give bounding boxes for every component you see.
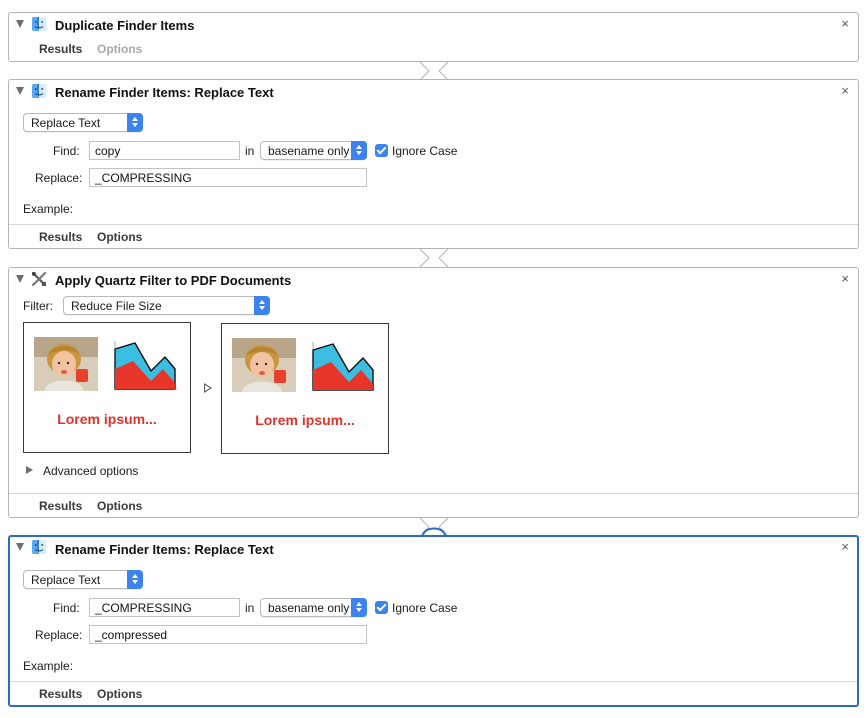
popup-arrows-icon bbox=[351, 141, 367, 160]
action-title: Rename Finder Items: Replace Text bbox=[55, 542, 274, 557]
mode-popup[interactable]: Replace Text bbox=[23, 113, 143, 132]
popup-arrows-icon bbox=[254, 296, 270, 315]
child-photo-image bbox=[34, 337, 98, 391]
ignore-case-label: Ignore Case bbox=[392, 144, 458, 158]
child-photo-image bbox=[232, 338, 296, 392]
action-rename-finder-items[interactable]: Rename Finder Items: Replace Text × Repl… bbox=[8, 79, 859, 249]
action-connector-selected-icon bbox=[420, 518, 448, 536]
filter-label: Filter: bbox=[23, 299, 53, 313]
close-icon[interactable]: × bbox=[841, 539, 849, 554]
scope-popup[interactable]: basename only bbox=[260, 598, 367, 617]
find-field[interactable]: copy bbox=[89, 141, 240, 160]
scope-popup[interactable]: basename only bbox=[260, 141, 367, 160]
tab-options[interactable]: Options bbox=[97, 687, 142, 701]
close-icon[interactable]: × bbox=[841, 16, 849, 31]
advanced-options-label[interactable]: Advanced options bbox=[43, 464, 138, 478]
close-icon[interactable]: × bbox=[841, 271, 849, 286]
in-label: in bbox=[245, 144, 255, 158]
ignore-case-checkbox[interactable] bbox=[375, 601, 388, 614]
action-footer: Results Options bbox=[10, 681, 857, 705]
find-label: Find: bbox=[53, 601, 80, 615]
replace-field[interactable]: _COMPRESSING bbox=[89, 168, 367, 187]
quartz-tools-icon bbox=[31, 271, 47, 287]
action-footer: Results Options bbox=[9, 37, 858, 61]
finder-icon bbox=[31, 16, 47, 32]
collapse-triangle-icon[interactable] bbox=[16, 275, 24, 283]
ignore-case-label: Ignore Case bbox=[392, 601, 458, 615]
action-connector-icon bbox=[420, 249, 448, 267]
find-label: Find: bbox=[53, 144, 80, 158]
popup-arrows-icon bbox=[127, 570, 143, 589]
action-title: Apply Quartz Filter to PDF Documents bbox=[55, 273, 292, 288]
filter-popup[interactable]: Reduce File Size bbox=[63, 296, 270, 315]
action-rename-finder-items-selected[interactable]: Rename Finder Items: Replace Text × Repl… bbox=[8, 535, 859, 707]
action-apply-quartz-filter[interactable]: Apply Quartz Filter to PDF Documents × F… bbox=[8, 267, 859, 518]
scope-popup-value: basename only bbox=[268, 601, 350, 615]
area-chart-thumbnail bbox=[108, 339, 180, 395]
replace-field[interactable]: _compressed bbox=[89, 625, 367, 644]
mode-popup-value: Replace Text bbox=[31, 573, 101, 587]
collapse-triangle-icon[interactable] bbox=[16, 87, 24, 95]
action-footer: Results Options bbox=[9, 493, 858, 517]
advanced-options-disclosure-icon[interactable] bbox=[26, 466, 33, 474]
filter-popup-value: Reduce File Size bbox=[71, 299, 162, 313]
tab-results[interactable]: Results bbox=[39, 230, 82, 244]
action-header[interactable]: Apply Quartz Filter to PDF Documents × bbox=[9, 268, 858, 292]
action-title: Duplicate Finder Items bbox=[55, 18, 195, 33]
replace-label: Replace: bbox=[35, 171, 83, 185]
example-label: Example: bbox=[23, 202, 74, 216]
action-title: Rename Finder Items: Replace Text bbox=[55, 85, 274, 100]
collapse-triangle-icon[interactable] bbox=[16, 543, 24, 551]
tab-options[interactable]: Options bbox=[97, 230, 142, 244]
tab-results[interactable]: Results bbox=[39, 42, 82, 56]
action-footer: Results Options bbox=[9, 224, 858, 248]
tab-options[interactable]: Options bbox=[97, 499, 142, 513]
collapse-triangle-icon[interactable] bbox=[16, 20, 24, 28]
popup-arrows-icon bbox=[127, 113, 143, 132]
tab-results[interactable]: Results bbox=[39, 499, 82, 513]
finder-icon bbox=[31, 539, 47, 555]
mode-popup[interactable]: Replace Text bbox=[23, 570, 143, 589]
action-duplicate-finder-items[interactable]: Duplicate Finder Items × Results Options bbox=[8, 12, 859, 62]
preview-text: Lorem ipsum... bbox=[57, 411, 157, 427]
tab-options[interactable]: Options bbox=[97, 42, 142, 56]
tab-results[interactable]: Results bbox=[39, 687, 82, 701]
finder-icon bbox=[31, 83, 47, 99]
action-header[interactable]: Rename Finder Items: Replace Text × bbox=[9, 80, 858, 104]
in-label: in bbox=[245, 601, 255, 615]
find-field[interactable]: _COMPRESSING bbox=[89, 598, 240, 617]
action-header[interactable]: Rename Finder Items: Replace Text × bbox=[10, 537, 857, 561]
ignore-case-checkbox[interactable] bbox=[375, 144, 388, 157]
replace-label: Replace: bbox=[35, 628, 83, 642]
mode-popup-value: Replace Text bbox=[31, 116, 101, 130]
example-label: Example: bbox=[23, 659, 74, 673]
play-arrow-icon bbox=[204, 383, 212, 393]
preview-text: Lorem ipsum... bbox=[255, 412, 355, 428]
area-chart-thumbnail bbox=[306, 340, 378, 396]
action-connector-icon bbox=[420, 62, 448, 80]
popup-arrows-icon bbox=[351, 598, 367, 617]
preview-before: Lorem ipsum... bbox=[23, 322, 191, 453]
preview-after: Lorem ipsum... bbox=[221, 323, 389, 454]
action-header[interactable]: Duplicate Finder Items × bbox=[9, 13, 858, 37]
scope-popup-value: basename only bbox=[268, 144, 350, 158]
close-icon[interactable]: × bbox=[841, 83, 849, 98]
